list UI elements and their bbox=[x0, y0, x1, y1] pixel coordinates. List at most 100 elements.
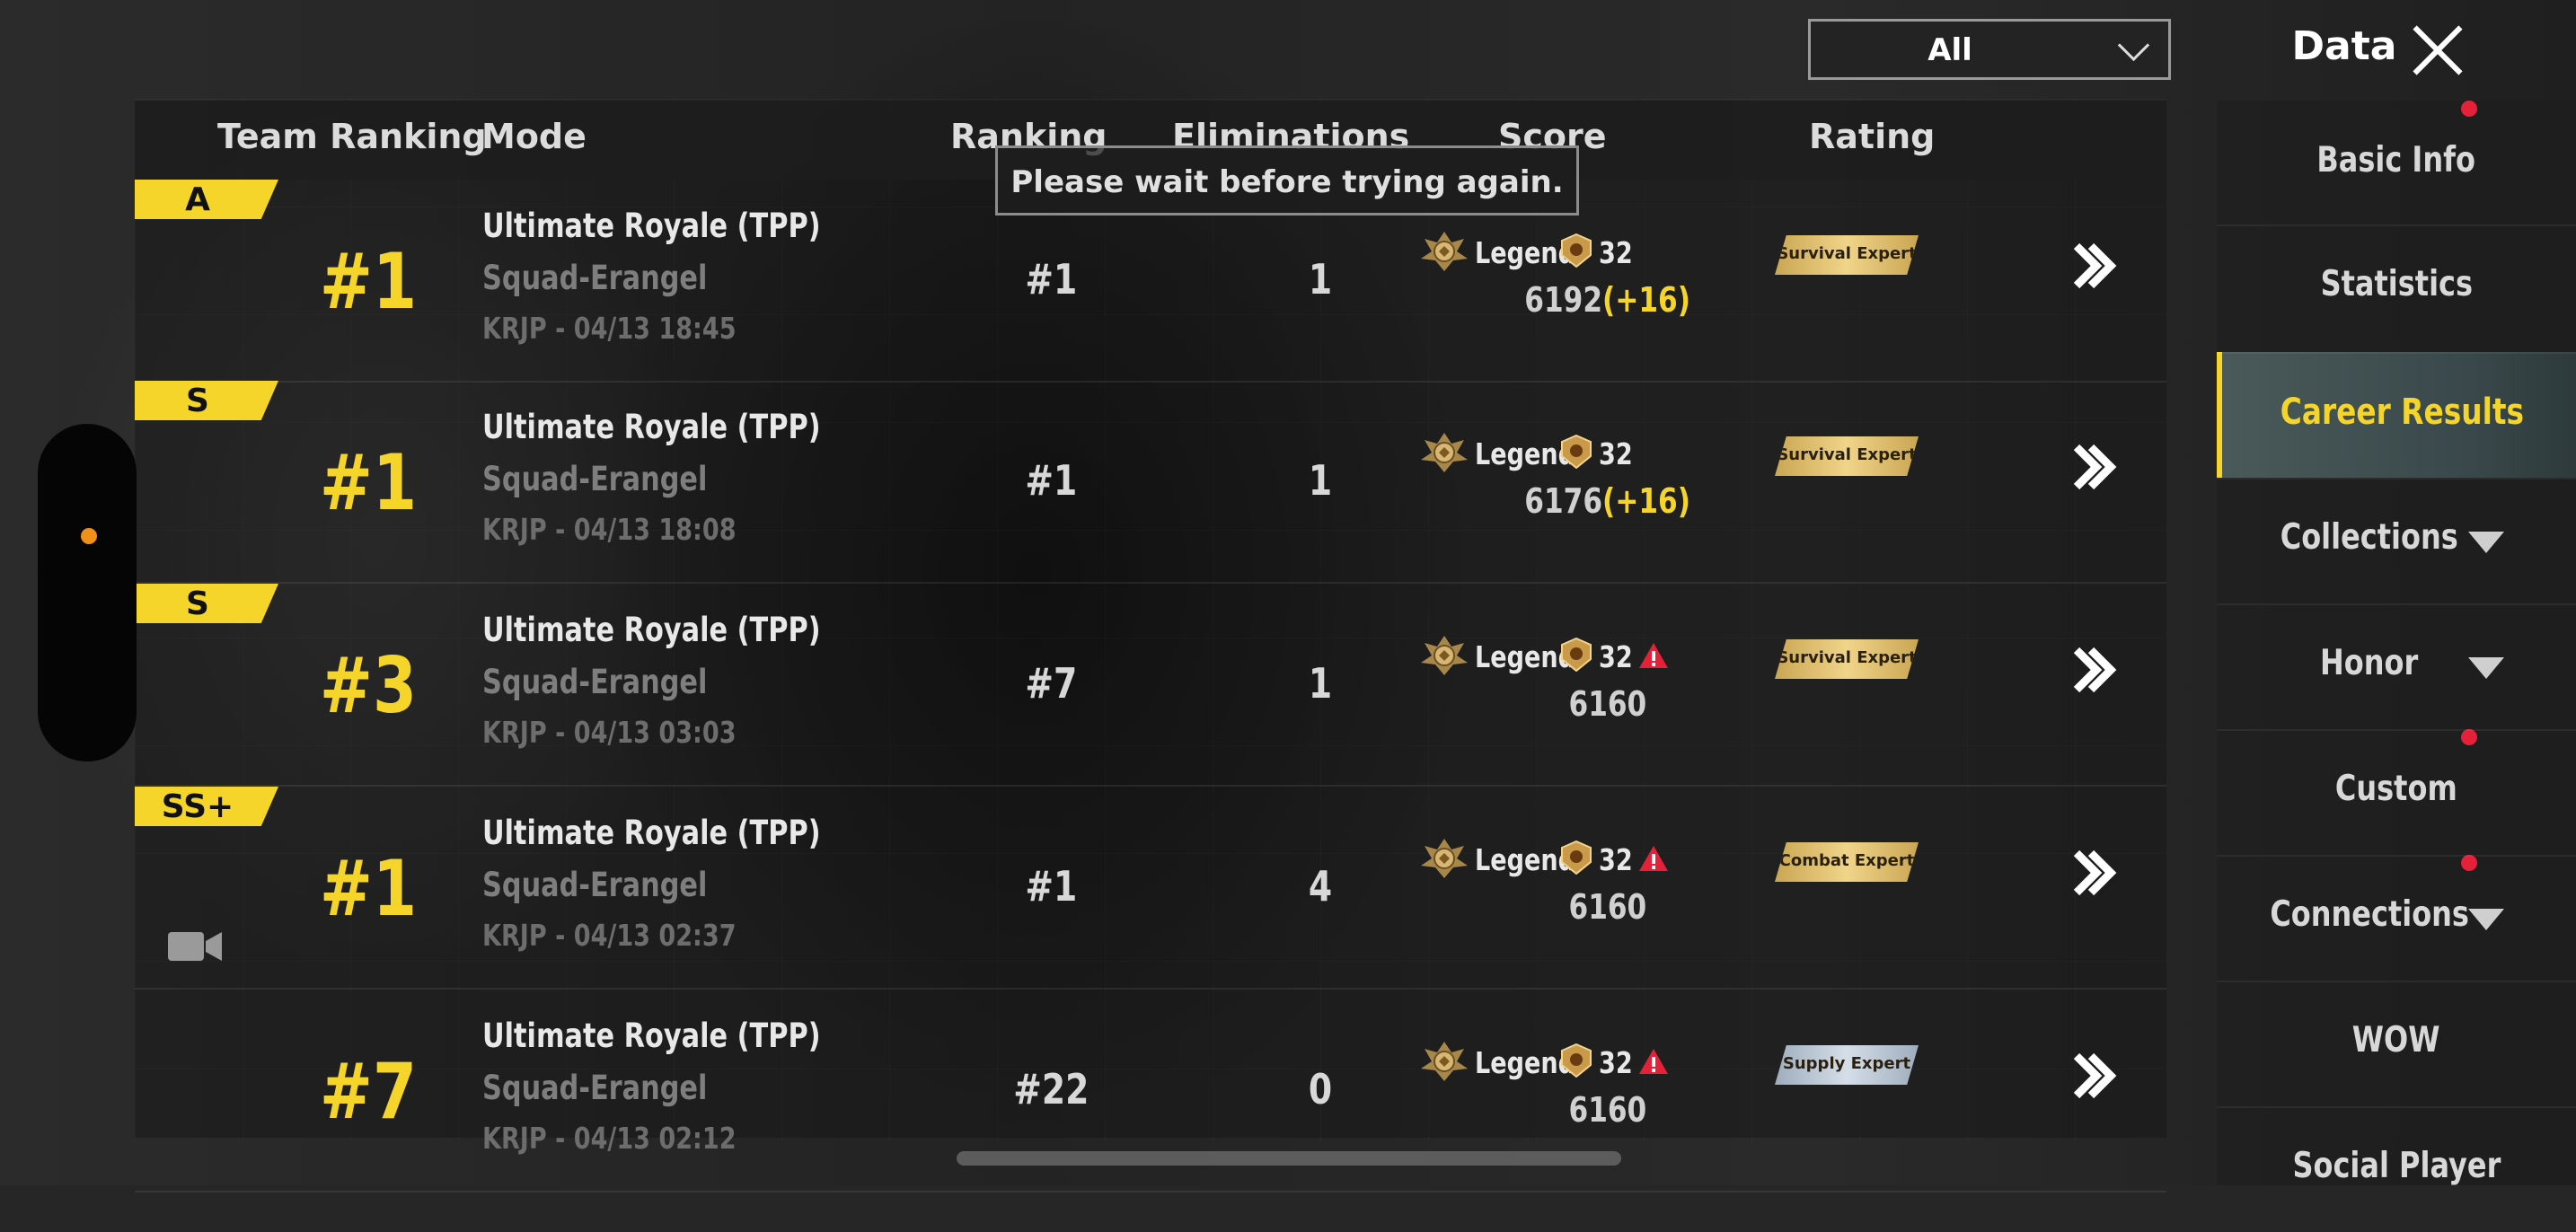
placement-ranking: #1 bbox=[1025, 456, 1077, 505]
score-value: 6160 bbox=[1419, 887, 1796, 927]
score-number: 6160 bbox=[1568, 684, 1647, 724]
header-rating: Rating bbox=[1809, 117, 1936, 156]
status-dot bbox=[81, 528, 97, 544]
details-arrow-icon[interactable] bbox=[2066, 846, 2120, 900]
score-value: 6192(+16) bbox=[1419, 280, 1796, 320]
match-filter-dropdown[interactable]: All bbox=[1808, 19, 2171, 80]
rating-badge: Combat Expert bbox=[1775, 842, 1919, 882]
tier-info: Legend 32 bbox=[1419, 833, 1796, 884]
details-arrow-icon[interactable] bbox=[2066, 239, 2120, 293]
page-title: Data bbox=[2291, 23, 2397, 69]
match-time: KRJP - 04/13 18:45 bbox=[482, 311, 737, 346]
placement-ranking: #22 bbox=[1012, 1065, 1090, 1113]
details-arrow-icon[interactable] bbox=[2066, 1049, 2120, 1103]
tier-level: 32 bbox=[1599, 1045, 1633, 1080]
rating-label: Supply Expert bbox=[1782, 1054, 1911, 1073]
tier-info: Legend 32 bbox=[1419, 1036, 1796, 1087]
legend-tier-icon bbox=[1419, 226, 1469, 273]
map-name: Squad-Erangel bbox=[482, 663, 708, 701]
eliminations-count: 1 bbox=[1308, 659, 1333, 708]
legend-tier-icon bbox=[1419, 630, 1469, 677]
placement-ranking: #1 bbox=[1025, 255, 1077, 304]
scrollbar[interactable] bbox=[957, 1151, 1621, 1166]
caret-down-icon bbox=[2468, 532, 2504, 553]
level-badge-icon bbox=[1561, 434, 1592, 470]
tier-level: 32 bbox=[1599, 436, 1633, 471]
divider bbox=[2217, 1106, 2576, 1108]
map-name: Squad-Erangel bbox=[482, 259, 708, 297]
mode-name: Ultimate Royale (TPP) bbox=[482, 207, 821, 245]
tier-level: 32 bbox=[1599, 639, 1633, 674]
divider bbox=[2217, 224, 2576, 226]
score-delta: (+16) bbox=[1602, 481, 1691, 521]
rating-badge: Supply Expert bbox=[1775, 1045, 1919, 1085]
filter-value: All bbox=[1928, 32, 1972, 68]
rating-label: Survival Expert bbox=[1777, 244, 1917, 263]
eliminations-count: 0 bbox=[1308, 1065, 1333, 1113]
divider bbox=[2217, 855, 2576, 857]
video-camera-icon[interactable] bbox=[166, 928, 224, 964]
match-time: KRJP - 04/13 02:12 bbox=[482, 1121, 737, 1156]
side-drawer-handle[interactable] bbox=[38, 424, 137, 761]
legend-tier-icon bbox=[1419, 427, 1469, 474]
grade-label: S bbox=[186, 383, 209, 419]
match-time: KRJP - 04/13 18:08 bbox=[482, 512, 737, 547]
warning-icon bbox=[1638, 1047, 1669, 1076]
grade-label: SS+ bbox=[161, 788, 234, 825]
tier-info: Legend 32 bbox=[1419, 630, 1796, 681]
match-row[interactable]: S #1 Ultimate Royale (TPP) Squad-Erangel KRJ… bbox=[135, 381, 2166, 584]
team-ranking: #1 bbox=[319, 438, 418, 528]
close-icon[interactable] bbox=[2407, 22, 2470, 79]
sidebar-item-wow[interactable]: WOW bbox=[2217, 981, 2576, 1106]
grade-badge: SS+ bbox=[135, 787, 278, 826]
sidebar-item-collections[interactable]: Collections bbox=[2217, 478, 2576, 603]
mode-name: Ultimate Royale (TPP) bbox=[482, 408, 821, 446]
details-arrow-icon[interactable] bbox=[2066, 440, 2120, 494]
placement-ranking: #7 bbox=[1025, 659, 1077, 708]
rating-badge: Survival Expert bbox=[1775, 235, 1919, 275]
notification-dot bbox=[2461, 855, 2477, 871]
mode-name: Ultimate Royale (TPP) bbox=[482, 611, 821, 649]
tier-info: Legend 32 bbox=[1419, 427, 1796, 478]
eliminations-count: 1 bbox=[1308, 255, 1333, 304]
grade-label: A bbox=[185, 181, 210, 218]
sidebar-item-basic-info[interactable]: Basic Info bbox=[2217, 101, 2576, 226]
rating-label: Combat Expert bbox=[1778, 851, 1915, 870]
sidebar-item-career-results[interactable]: Career Results bbox=[2217, 352, 2576, 478]
divider bbox=[2217, 352, 2576, 354]
sidebar-item-social-player[interactable]: Social Player bbox=[2217, 1106, 2576, 1232]
legend-tier-icon bbox=[1419, 1036, 1469, 1083]
rating-label: Survival Expert bbox=[1777, 445, 1917, 464]
details-arrow-icon[interactable] bbox=[2066, 643, 2120, 697]
sidebar-item-label: Career Results bbox=[2280, 392, 2524, 433]
sidebar-item-label: WOW bbox=[2352, 1020, 2440, 1060]
notification-dot bbox=[2461, 101, 2477, 117]
notification-dot bbox=[2461, 729, 2477, 745]
map-name: Squad-Erangel bbox=[482, 1069, 708, 1107]
chevron-down-icon bbox=[2117, 29, 2150, 62]
level-badge-icon bbox=[1561, 233, 1592, 268]
grade-label: S bbox=[186, 585, 209, 622]
score-number: 6160 bbox=[1568, 887, 1647, 927]
sidebar-item-statistics[interactable]: Statistics bbox=[2217, 224, 2576, 350]
placement-ranking: #1 bbox=[1025, 862, 1077, 911]
score-value: 6176(+16) bbox=[1419, 481, 1796, 521]
sidebar-item-custom[interactable]: Custom bbox=[2217, 729, 2576, 855]
level-badge-icon bbox=[1561, 1043, 1592, 1078]
rating-badge: Survival Expert bbox=[1775, 639, 1919, 679]
sidebar-item-label: Social Player bbox=[2292, 1146, 2501, 1186]
sidebar-item-label: Custom bbox=[2335, 769, 2457, 809]
header-mode: Mode bbox=[481, 117, 587, 156]
team-ranking: #1 bbox=[319, 844, 418, 934]
sidebar-item-connections[interactable]: Connections bbox=[2217, 855, 2576, 981]
sidebar-item-label: Statistics bbox=[2320, 264, 2473, 304]
score-delta: (+16) bbox=[1602, 280, 1691, 320]
match-row[interactable]: SS+ #1 Ultimate Royale (TPP) Squad-Erangel K… bbox=[135, 787, 2166, 990]
caret-down-icon bbox=[2468, 909, 2504, 930]
match-row[interactable]: S #3 Ultimate Royale (TPP) Squad-Erangel KRJ… bbox=[135, 584, 2166, 787]
team-ranking: #3 bbox=[319, 641, 418, 731]
team-ranking: #1 bbox=[319, 237, 418, 327]
legend-tier-icon bbox=[1419, 833, 1469, 880]
sidebar-item-honor[interactable]: Honor bbox=[2217, 603, 2576, 729]
tier-info: Legend 32 bbox=[1419, 226, 1796, 277]
